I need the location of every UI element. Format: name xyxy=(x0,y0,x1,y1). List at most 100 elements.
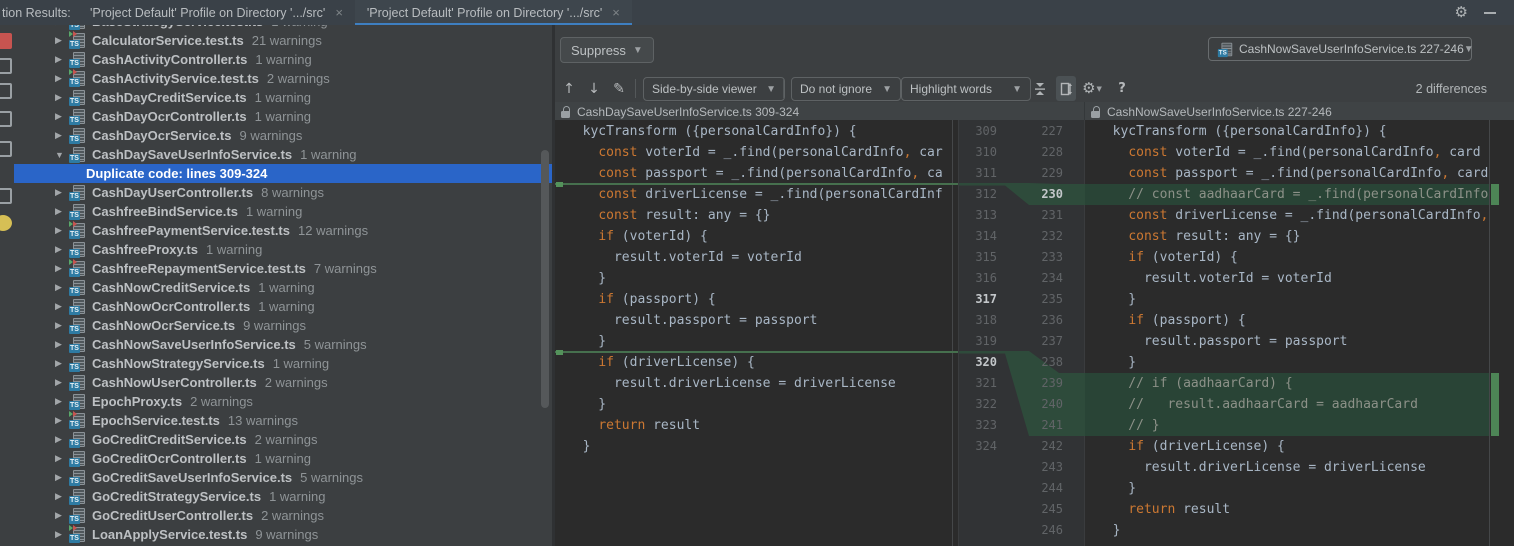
settings-gear-icon[interactable]: ⚙ xyxy=(1455,5,1468,20)
tree-item-file[interactable]: ▶TSGoCreditUserController.ts2 warnings xyxy=(14,506,552,525)
tree-scrollbar[interactable] xyxy=(541,150,549,408)
help-icon[interactable]: ? xyxy=(1112,76,1132,101)
code-line[interactable]: const result: any = {} xyxy=(555,205,958,226)
chevron-collapsed-icon[interactable]: ▶ xyxy=(55,187,69,198)
whitespace-mode-dropdown[interactable]: Do not ignore ▼ xyxy=(791,77,901,101)
code-line[interactable]: if (voterId) { xyxy=(1085,247,1489,268)
chevron-collapsed-icon[interactable]: ▶ xyxy=(55,491,69,502)
expand-all-icon[interactable] xyxy=(0,58,12,74)
tree-item-duplicate-code[interactable]: Duplicate code: lines 309-324 xyxy=(14,164,552,183)
tree-item-file[interactable]: ▶TSCashNowOcrController.ts1 warning xyxy=(14,297,552,316)
code-line[interactable]: } xyxy=(1085,520,1489,541)
code-line[interactable]: result.passport = passport xyxy=(555,310,958,331)
chevron-collapsed-icon[interactable]: ▶ xyxy=(55,206,69,217)
previous-difference-icon[interactable]: ↑ xyxy=(559,76,579,101)
code-line[interactable]: } xyxy=(555,331,958,352)
tree-item-file[interactable]: ▶TSCashNowCreditService.ts1 warning xyxy=(14,278,552,297)
code-line[interactable]: result.passport = passport xyxy=(1085,331,1489,352)
code-line[interactable]: } xyxy=(555,268,958,289)
chevron-collapsed-icon[interactable]: ▶ xyxy=(55,92,69,103)
tree-item-file[interactable]: ▶TSGoCreditStrategyService.ts1 warning xyxy=(14,487,552,506)
code-line[interactable]: const voterId = _.find(personalCardInfo,… xyxy=(1085,142,1489,163)
chevron-collapsed-icon[interactable]: ▶ xyxy=(55,377,69,388)
chevron-collapsed-icon[interactable]: ▶ xyxy=(55,396,69,407)
tree-item-file[interactable]: ▼TSCashDaySaveUserInfoService.ts1 warnin… xyxy=(14,145,552,164)
hide-window-icon[interactable] xyxy=(1484,12,1496,14)
chevron-collapsed-icon[interactable]: ▶ xyxy=(55,434,69,445)
tree-item-file[interactable]: ▶TSCashDayCreditService.ts1 warning xyxy=(14,88,552,107)
chevron-collapsed-icon[interactable]: ▶ xyxy=(55,35,69,46)
rerun-icon[interactable] xyxy=(0,33,12,49)
chevron-collapsed-icon[interactable]: ▶ xyxy=(55,453,69,464)
chevron-collapsed-icon[interactable]: ▶ xyxy=(55,282,69,293)
code-line[interactable]: const passport = _.find(personalCardInfo… xyxy=(1085,163,1489,184)
chevron-collapsed-icon[interactable]: ▶ xyxy=(55,301,69,312)
code-line[interactable]: const result: any = {} xyxy=(1085,226,1489,247)
code-line[interactable]: } xyxy=(1085,352,1489,373)
code-line[interactable]: // const aadhaarCard = _.find(personalCa… xyxy=(1085,184,1489,205)
tree-item-file[interactable]: ▶TSCashfreeRepaymentService.test.ts7 war… xyxy=(14,259,552,278)
tree-item-file[interactable]: ▶TSEpochProxy.ts2 warnings xyxy=(14,392,552,411)
right-code-pane[interactable]: kycTransform ({personalCardInfo}) { cons… xyxy=(1085,121,1489,541)
code-line[interactable]: // if (aadhaarCard) { xyxy=(1085,373,1489,394)
tree-item-file[interactable]: ▶TSGoCreditCreditService.ts2 warnings xyxy=(14,430,552,449)
code-line[interactable]: } xyxy=(1085,289,1489,310)
code-line[interactable]: kycTransform ({personalCardInfo}) { xyxy=(1085,121,1489,142)
tree-item-file[interactable]: ▶TSCashNowOcrService.ts9 warnings xyxy=(14,316,552,335)
tab-inspection-profile-2[interactable]: 'Project Default' Profile on Directory '… xyxy=(355,0,632,25)
code-line[interactable]: // } xyxy=(1085,415,1489,436)
left-code-pane[interactable]: kycTransform ({personalCardInfo}) { cons… xyxy=(555,121,958,457)
tree-item-file[interactable]: ▶TSCashNowSaveUserInfoService.ts5 warnin… xyxy=(14,335,552,354)
code-line[interactable]: const driverLicense = _.find(personalCar… xyxy=(1085,205,1489,226)
chevron-collapsed-icon[interactable]: ▶ xyxy=(55,73,69,84)
viewer-mode-dropdown[interactable]: Side-by-side viewer ▼ xyxy=(643,77,785,101)
tree-item-file[interactable]: ▶TSCashNowUserController.ts2 warnings xyxy=(14,373,552,392)
code-line[interactable]: return result xyxy=(555,415,958,436)
tree-item-file[interactable]: ▶TSCashNowStrategyService.ts1 warning xyxy=(14,354,552,373)
collapse-unchanged-icon[interactable] xyxy=(1030,76,1050,101)
file-selector-dropdown[interactable]: TS CashNowSaveUserInfoService.ts 227-246… xyxy=(1208,37,1472,61)
code-line[interactable]: if (driverLicense) { xyxy=(1085,436,1489,457)
code-line[interactable]: const passport = _.find(personalCardInfo… xyxy=(555,163,958,184)
code-line[interactable]: } xyxy=(555,394,958,415)
close-icon[interactable]: × xyxy=(612,5,620,20)
next-difference-icon[interactable]: ↓ xyxy=(584,76,604,101)
chevron-collapsed-icon[interactable]: ▶ xyxy=(55,244,69,255)
chevron-collapsed-icon[interactable]: ▶ xyxy=(55,358,69,369)
export-icon[interactable] xyxy=(0,188,12,204)
tree-item-file[interactable]: ▶TSCashfreePaymentService.test.ts12 warn… xyxy=(14,221,552,240)
tree-item-file[interactable]: ▶TSCashDayOcrService.ts9 warnings xyxy=(14,126,552,145)
code-line[interactable]: if (driverLicense) { xyxy=(555,352,958,373)
chevron-collapsed-icon[interactable]: ▶ xyxy=(55,263,69,274)
code-line[interactable]: result.voterId = voterId xyxy=(555,247,958,268)
chevron-expanded-icon[interactable]: ▼ xyxy=(55,150,69,160)
code-line[interactable]: kycTransform ({personalCardInfo}) { xyxy=(555,121,958,142)
tree-item-file[interactable]: ▶TSGoCreditSaveUserInfoService.ts5 warni… xyxy=(14,468,552,487)
synchronize-scrolling-icon[interactable] xyxy=(1056,76,1076,101)
chevron-collapsed-icon[interactable]: ▶ xyxy=(55,472,69,483)
filter-icon[interactable] xyxy=(0,111,12,127)
suppress-button[interactable]: Suppress ▼ xyxy=(560,37,654,63)
chevron-collapsed-icon[interactable]: ▶ xyxy=(55,225,69,236)
quickfix-bulb-icon[interactable] xyxy=(0,215,12,231)
tab-inspection-profile-1[interactable]: 'Project Default' Profile on Directory '… xyxy=(78,0,355,25)
chevron-collapsed-icon[interactable]: ▶ xyxy=(55,320,69,331)
code-line[interactable]: if (passport) { xyxy=(555,289,958,310)
code-line[interactable]: if (passport) { xyxy=(1085,310,1489,331)
highlight-mode-dropdown[interactable]: Highlight words ▼ xyxy=(901,77,1031,101)
code-line[interactable]: if (voterId) { xyxy=(555,226,958,247)
chevron-collapsed-icon[interactable]: ▶ xyxy=(55,415,69,426)
code-line[interactable]: result.voterId = voterId xyxy=(1085,268,1489,289)
tree-item-file[interactable]: ▶TSCashDayOcrController.ts1 warning xyxy=(14,107,552,126)
code-line[interactable]: const voterId = _.find(personalCardInfo,… xyxy=(555,142,958,163)
tree-item-file[interactable]: ▶TSCashDayUserController.ts8 warnings xyxy=(14,183,552,202)
chevron-collapsed-icon[interactable]: ▶ xyxy=(55,111,69,122)
tree-item-file[interactable]: ▶TSEpochService.test.ts13 warnings xyxy=(14,411,552,430)
edit-pencil-icon[interactable]: ✎ xyxy=(609,76,629,101)
code-line[interactable]: } xyxy=(1085,478,1489,499)
code-line[interactable]: return result xyxy=(1085,499,1489,520)
code-line[interactable]: } xyxy=(555,436,958,457)
tree-item-file[interactable]: ▶TSCashfreeProxy.ts1 warning xyxy=(14,240,552,259)
editor-settings-gear-icon[interactable]: ⚙▼ xyxy=(1082,76,1102,101)
tree-item-file[interactable]: ▶TSLoanApplyService.test.ts9 warnings xyxy=(14,525,552,544)
